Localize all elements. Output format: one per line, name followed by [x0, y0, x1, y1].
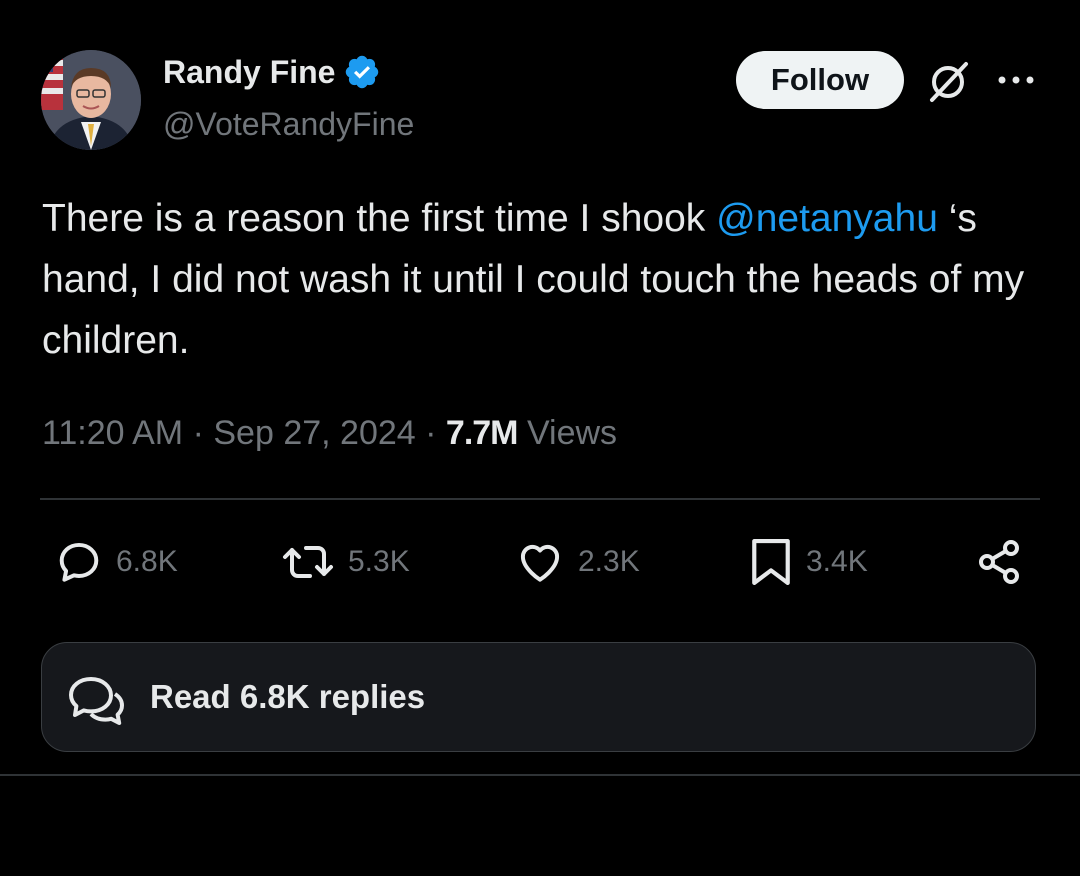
repost-button[interactable]: 5.3K — [280, 537, 410, 587]
follow-button[interactable]: Follow — [736, 51, 904, 109]
reply-icon — [59, 542, 99, 582]
tweet-date[interactable]: Sep 27, 2024 — [213, 414, 415, 452]
tweet-meta: 11:20 AM · Sep 27, 2024 · 7.7M Views — [42, 409, 617, 457]
divider — [40, 498, 1040, 500]
divider — [0, 774, 1080, 776]
read-replies-button[interactable]: Read 6.8K replies — [41, 642, 1036, 752]
views-label: Views — [526, 414, 618, 452]
avatar[interactable] — [41, 50, 141, 150]
tweet-text-part-1: There is a reason the first time I shook — [42, 197, 717, 240]
reply-count: 6.8K — [116, 545, 178, 578]
bookmark-button[interactable]: 3.4K — [748, 537, 868, 587]
tweet-text: There is a reason the first time I shook… — [42, 188, 1042, 371]
like-button[interactable]: 2.3K — [514, 537, 640, 587]
meta-separator: · — [192, 414, 204, 452]
author-name-row[interactable]: Randy Fine — [163, 52, 381, 92]
verified-badge-icon — [343, 53, 381, 91]
share-button[interactable] — [975, 537, 1023, 587]
bookmark-count: 3.4K — [806, 545, 868, 578]
heart-icon — [520, 544, 560, 582]
repost-count: 5.3K — [348, 545, 410, 578]
read-replies-label: Read 6.8K replies — [150, 678, 426, 715]
views-count[interactable]: 7.7M — [446, 414, 519, 452]
repost-icon — [283, 546, 333, 578]
meta-separator: · — [425, 414, 437, 452]
grok-icon[interactable] — [926, 58, 972, 104]
author-handle[interactable]: @VoteRandyFine — [163, 102, 414, 146]
avatar-image — [41, 50, 141, 150]
reply-button[interactable]: 6.8K — [54, 537, 178, 587]
tweet-time[interactable]: 11:20 AM — [42, 414, 183, 452]
bookmark-icon — [752, 538, 790, 585]
like-count: 2.3K — [578, 545, 640, 578]
share-icon — [979, 540, 1019, 584]
more-options-icon[interactable] — [996, 70, 1036, 90]
conversation-icon — [66, 673, 128, 738]
author-name[interactable]: Randy Fine — [163, 52, 335, 92]
mention-link[interactable]: @netanyahu — [716, 197, 938, 240]
